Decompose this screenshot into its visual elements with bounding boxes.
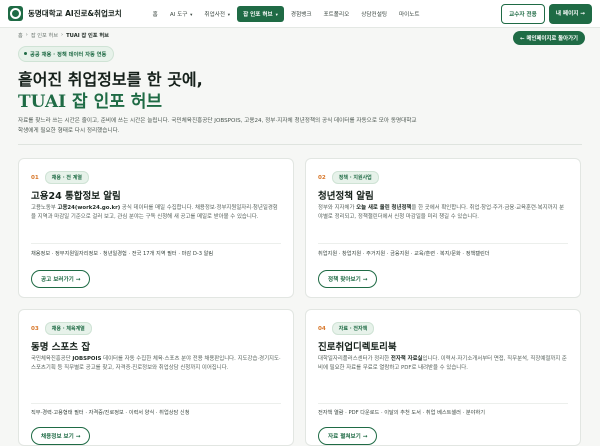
card-divider <box>318 403 568 404</box>
nav-item-portfolio[interactable]: 포트폴리오 <box>319 7 355 21</box>
my-page-button[interactable]: 내 페이지 → <box>548 4 592 24</box>
card-title: 진로취업디렉토리북 <box>318 342 397 353</box>
hero-title-accent: TUAI 잡 인포 허브 <box>18 92 163 112</box>
card-youth-policy-alerts: 02 정책 · 지원사업 청년정책 알림 정부와 지자체가 오늘 새로 올린 청… <box>305 158 581 298</box>
chevron-down-icon: ▾ <box>227 12 231 18</box>
faculty-only-button[interactable]: 교수자 전용 <box>501 4 545 24</box>
hero-description: 자료를 찾느라 쓰는 시간은 줄이고, 준비에 쓰는 시간은 늘립니다. 국민체… <box>18 118 417 134</box>
logo[interactable]: 동명대학교 AI진로&취업코치 <box>8 6 122 21</box>
breadcrumb-separator: › <box>25 32 28 38</box>
card-features: 전자책 열람 · PDF 다운로드 · 이달의 추천 도서 · 취업 베스트셀러… <box>318 410 485 416</box>
card-description: 대학일자리플러스센터가 정리한 전자책 자료실입니다. 이력서·자기소개서부터 … <box>318 356 567 372</box>
card-number: 04 <box>318 325 326 332</box>
chevron-down-icon: ▾ <box>275 12 278 18</box>
card-category-chip: 채용 · 전 계열 <box>44 171 89 184</box>
nav-item-experience-bank[interactable]: 경험뱅크 <box>286 7 317 21</box>
nav-item-ai-tools[interactable]: AI 도구 ▾ <box>165 7 198 21</box>
back-to-main-button[interactable]: ← 메인페이지로 돌아가기 <box>513 31 585 45</box>
breadcrumb-job-hub[interactable]: 잡 인포 허브 <box>31 32 58 39</box>
card-features: 직무·경력·고용형태 필터 · 자격증/진로정보 · 이력서 양식 · 취업상담… <box>31 410 190 416</box>
card-title: 고용24 통합정보 알림 <box>31 191 121 202</box>
card-description: 정부와 지자체가 오늘 새로 올린 청년정책을 한 곳에서 확인합니다. 취업·… <box>318 205 565 221</box>
nav-item-job-dictionary[interactable]: 취업사전 ▾ <box>199 7 235 21</box>
card-category-chip: 채용 · 체육계열 <box>44 322 92 335</box>
nav-item-home[interactable]: 홈 <box>148 7 163 21</box>
main-nav: 홈 AI 도구 ▾ 취업사전 ▾ 잡 인포 허브 ▾ 경험뱅크 포트폴리오 상담… <box>148 5 425 22</box>
card-number: 01 <box>31 174 39 181</box>
breadcrumb-home[interactable]: 홈 <box>18 32 23 39</box>
card-divider <box>318 243 568 244</box>
open-materials-button[interactable]: 자료 펼쳐보기 → <box>318 427 378 445</box>
card-description: 고용노동부 고용24(work24.go.kr) 공식 데이터를 매일 수집합니… <box>31 205 278 221</box>
find-policies-button[interactable]: 정책 찾아보기 → <box>318 270 378 288</box>
card-divider <box>31 403 281 404</box>
breadcrumb-current: TUAI 잡 인포 허브 <box>66 33 109 39</box>
hero-tag-badge: 공공 채용 · 정책 데이터 자동 연동 <box>18 46 115 62</box>
section-divider <box>18 144 582 145</box>
card-sports-job: 03 채용 · 체육계열 동명 스포츠 잡 국민체육진흥공단 JOBSPOIS … <box>18 309 294 446</box>
card-divider <box>31 243 281 244</box>
card-number: 03 <box>31 325 39 332</box>
card-work24-alerts: 01 채용 · 전 계열 고용24 통합정보 알림 고용노동부 고용24(wor… <box>18 158 294 298</box>
card-career-directory-book: 04 자료 · 전자책 진로취업디렉토리북 대학일자리플러스센터가 정리한 전자… <box>305 309 581 446</box>
university-logo-icon <box>8 6 23 21</box>
breadcrumb-separator: › <box>61 32 64 38</box>
logo-text: 동명대학교 AI진로&취업코치 <box>28 9 122 18</box>
card-category-chip: 자료 · 전자책 <box>331 322 375 335</box>
nav-item-consulting[interactable]: 상담컨설팅 <box>356 7 392 21</box>
nav-item-job-info-hub[interactable]: 잡 인포 허브 ▾ <box>237 5 284 22</box>
chevron-down-icon: ▾ <box>190 12 193 18</box>
top-navbar: 동명대학교 AI진로&취업코치 홈 AI 도구 ▾ 취업사전 ▾ 잡 인포 허브… <box>0 0 600 28</box>
card-description: 국민체육진흥공단 JOBSPOIS 데이터를 자동 수집한 체육·스포츠 분야 … <box>31 356 281 372</box>
view-job-info-button[interactable]: 채용정보 보기 → <box>31 427 91 445</box>
card-number: 02 <box>318 174 326 181</box>
view-postings-button[interactable]: 공고 보러가기 → <box>31 270 91 288</box>
card-title: 청년정책 알림 <box>318 191 374 202</box>
card-title: 동명 스포츠 잡 <box>31 342 91 353</box>
card-features: 채용정보 · 정부지원일자리정보 · 청년일경험 · 전국 17개 지역 필터 … <box>31 251 214 257</box>
breadcrumb: 홈 › 잡 인포 허브 › TUAI 잡 인포 허브 <box>18 32 109 39</box>
card-category-chip: 정책 · 지원사업 <box>331 171 379 184</box>
card-features: 취업지원 · 창업지원 · 주거지원 · 금융지원 · 교육/훈련 · 복지/문… <box>318 251 490 257</box>
nav-item-my-note[interactable]: 마이노트 <box>394 7 425 21</box>
